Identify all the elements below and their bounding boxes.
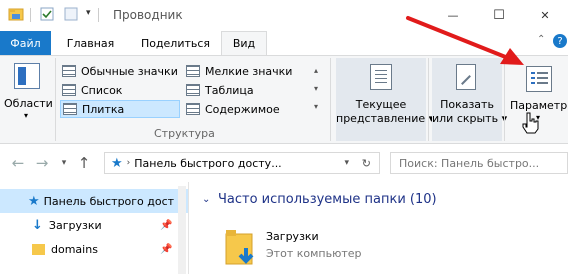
- large-icons-icon: [62, 65, 76, 77]
- list-icon: [62, 84, 76, 96]
- panes-icon: [14, 63, 40, 89]
- folder-icon: [32, 243, 45, 255]
- layout-label: Таблица: [205, 83, 254, 97]
- layout-label: Обычные значки: [81, 64, 178, 78]
- layout-list[interactable]: Список: [62, 81, 122, 99]
- layout-content[interactable]: Содержимое: [186, 100, 280, 118]
- ribbon-separator: [55, 58, 56, 141]
- layout-tiles[interactable]: Плитка: [60, 100, 180, 118]
- nav-item-downloads[interactable]: ↓ Загрузки 📌: [0, 213, 188, 237]
- back-arrow-icon[interactable]: ←: [8, 153, 28, 173]
- panes-button[interactable]: Области ▾: [4, 59, 53, 125]
- gallery-scroll[interactable]: ▴ ▾ ▾: [314, 62, 318, 116]
- ribbon-separator: [504, 58, 505, 141]
- new-folder-icon[interactable]: [63, 6, 79, 22]
- layout-large-icons[interactable]: Обычные значки: [62, 62, 178, 80]
- show-hide-label-1: Показать: [440, 98, 494, 111]
- panes-dropdown-icon: ▾: [24, 111, 29, 120]
- annotation-arrow-icon: [406, 16, 524, 65]
- title-separator-2: [98, 8, 99, 22]
- show-hide-label-2: или скрыть ▾: [432, 112, 507, 125]
- section-collapse-icon[interactable]: ⌄: [202, 194, 210, 205]
- navpane-scrollbar[interactable]: [178, 186, 186, 274]
- small-icons-icon: [186, 65, 200, 77]
- content-icon: [186, 103, 200, 115]
- frequent-folders-header[interactable]: Часто используемые папки (10): [218, 192, 437, 207]
- quick-access-dropdown-icon[interactable]: ▾: [86, 8, 91, 18]
- collapse-ribbon-icon[interactable]: ⌃: [537, 34, 545, 45]
- show-hide-button[interactable]: Показать или скрыть ▾: [432, 58, 507, 141]
- close-icon: ✕: [540, 9, 550, 22]
- layout-label: Мелкие значки: [205, 64, 293, 78]
- explorer-folder-icon[interactable]: [8, 6, 24, 22]
- options-button-label: Параметры: [510, 99, 568, 112]
- search-placeholder: Поиск: Панель быстро...: [399, 156, 540, 170]
- layout-small-icons[interactable]: Мелкие значки: [186, 62, 292, 80]
- tab-file[interactable]: Файл: [0, 31, 51, 55]
- properties-icon[interactable]: [39, 6, 55, 22]
- address-bar[interactable]: ★ › Панель быстрого досту... ▾ ↻: [104, 152, 380, 174]
- nav-item-label: domains: [51, 242, 98, 256]
- window-title: Проводник: [113, 8, 183, 22]
- pin-icon[interactable]: 📌: [160, 244, 172, 255]
- layout-label: Плитка: [82, 102, 125, 116]
- current-view-button[interactable]: Текущее представление ▾: [336, 58, 434, 141]
- recent-locations-icon[interactable]: ▾: [54, 153, 74, 173]
- layout-label: Список: [81, 83, 123, 97]
- help-icon[interactable]: ?: [553, 34, 567, 48]
- download-icon: ↓: [32, 217, 43, 233]
- layout-details[interactable]: Таблица: [186, 81, 254, 99]
- nav-item-label: Панель быстрого дост: [43, 194, 175, 208]
- current-view-label-2: представление ▾: [336, 112, 434, 125]
- downloads-folder-icon[interactable]: [224, 228, 258, 268]
- tab-home[interactable]: Главная: [51, 31, 130, 55]
- refresh-icon[interactable]: ↻: [362, 157, 371, 170]
- pane-divider[interactable]: [188, 182, 189, 274]
- tiles-icon: [63, 103, 77, 115]
- pin-icon[interactable]: 📌: [160, 220, 172, 231]
- folder-location: Этот компьютер: [266, 247, 362, 260]
- layout-gallery: Обычные значки Мелкие значки Список Табл…: [60, 60, 330, 122]
- group-label-structure: Структура: [154, 127, 215, 140]
- up-arrow-icon[interactable]: ↑: [74, 153, 94, 173]
- nav-item-label: Загрузки: [48, 218, 102, 232]
- nav-item-domains[interactable]: domains 📌: [0, 237, 188, 261]
- forward-arrow-icon[interactable]: →: [32, 153, 52, 173]
- ribbon-separator: [330, 58, 331, 141]
- current-view-icon: [370, 64, 392, 90]
- current-view-label-1: Текущее: [355, 98, 407, 111]
- star-icon: ★: [28, 193, 40, 209]
- nav-item-quick-access[interactable]: ★ Панель быстрого дост: [0, 189, 188, 213]
- address-path: Панель быстрого досту...: [134, 156, 282, 170]
- title-separator: [30, 8, 31, 22]
- tab-view[interactable]: Вид: [221, 31, 267, 55]
- star-icon: ★: [111, 155, 123, 171]
- search-input[interactable]: Поиск: Панель быстро...: [390, 152, 568, 174]
- breadcrumb-chevron-icon: ›: [126, 158, 131, 168]
- hand-cursor-icon: [521, 112, 539, 134]
- layout-label: Содержимое: [205, 102, 280, 116]
- folder-name[interactable]: Загрузки: [266, 230, 319, 243]
- ribbon-separator: [428, 58, 429, 141]
- panes-button-label: Области: [4, 97, 53, 110]
- tab-share[interactable]: Поделиться: [130, 31, 221, 55]
- details-icon: [186, 84, 200, 96]
- address-dropdown-icon[interactable]: ▾: [344, 158, 349, 168]
